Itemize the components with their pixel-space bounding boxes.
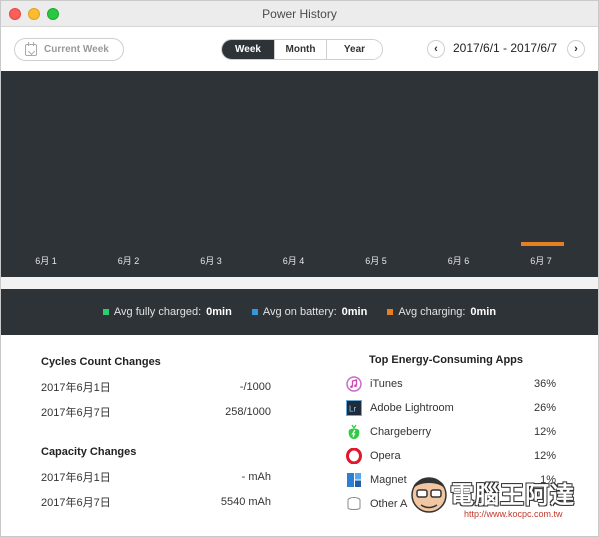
capacity-row: 2017年6月7日 5540 mAh	[41, 489, 271, 514]
app-name: Chargeberry	[370, 426, 432, 438]
charging-marker	[521, 242, 564, 246]
cycles-row: 2017年6月7日 258/1000	[41, 399, 271, 424]
app-percentage: 12%	[533, 426, 556, 438]
x-tick-label: 6月 4	[282, 256, 305, 266]
toolbar: Current Week Week Month Year ‹ 2017/6/1 …	[1, 28, 598, 71]
app-row-lightroom[interactable]: Lr Adobe Lightroom 26%	[346, 396, 556, 420]
app-percentage: 36%	[533, 378, 556, 390]
calendar-icon	[25, 41, 37, 56]
app-percentage: 26%	[533, 402, 556, 414]
x-tick-label: 6月 3	[200, 256, 222, 266]
top-apps-title: Top Energy-Consuming Apps	[369, 354, 523, 366]
x-tick-label: 6月 5	[365, 256, 387, 266]
tab-month[interactable]: Month	[274, 40, 326, 59]
x-tick-label: 6月 2	[117, 256, 140, 266]
chart-divider	[1, 277, 598, 289]
app-row-chargeberry[interactable]: Chargeberry 12%	[346, 420, 556, 444]
opera-icon	[346, 448, 362, 464]
cycles-value: 258/1000	[225, 405, 271, 418]
chart-legend: Avg fully charged: 0min Avg on battery: …	[1, 289, 598, 335]
title-bar: Power History	[1, 1, 598, 27]
date-range-label: 2017/6/1 - 2017/6/7	[453, 41, 558, 55]
capacity-date: 2017年6月7日	[41, 496, 111, 509]
current-week-button[interactable]: Current Week	[14, 38, 124, 61]
cycles-date: 2017年6月1日	[41, 381, 111, 394]
app-row-opera[interactable]: Opera 12%	[346, 444, 556, 468]
mascot-face-icon	[411, 477, 447, 513]
itunes-icon	[346, 376, 362, 392]
site-watermark: 電腦王阿達 http://www.kocpc.com.tw	[406, 467, 596, 529]
legend-label: Avg charging:	[398, 306, 466, 318]
window-title: Power History	[262, 7, 337, 21]
app-name: Adobe Lightroom	[370, 402, 454, 414]
svg-text:Lr: Lr	[349, 405, 356, 414]
capacity-value: - mAh	[241, 470, 271, 483]
legend-charging: Avg charging: 0min	[387, 306, 496, 318]
x-tick-label: 6月 1	[35, 256, 57, 266]
cycles-title: Cycles Count Changes	[41, 356, 161, 368]
power-history-chart: 6月 1 6月 2 6月 3 6月 4 6月 5 6月 6 6月 7	[1, 71, 598, 277]
lightroom-icon: Lr	[346, 400, 362, 416]
chevron-right-icon: ›	[574, 43, 578, 55]
cycles-date: 2017年6月7日	[41, 406, 111, 419]
battery-changes-panel: Cycles Count Changes 2017年6月1日 -/1000 20…	[41, 356, 271, 514]
watermark-url: http://www.kocpc.com.tw	[464, 509, 563, 519]
app-name: iTunes	[370, 378, 403, 390]
magnet-icon	[346, 472, 362, 488]
watermark-text: 電腦王阿達	[450, 482, 575, 509]
tab-year[interactable]: Year	[326, 40, 382, 59]
legend-value: 0min	[341, 306, 368, 318]
legend-swatch	[251, 309, 258, 315]
legend-fully-charged: Avg fully charged: 0min	[102, 306, 232, 318]
cycles-value: -/1000	[239, 380, 271, 393]
power-history-window: Power History Current Week Week Month Ye…	[0, 0, 599, 537]
period-segmented-control: Week Month Year	[221, 39, 383, 60]
legend-on-battery: Avg on battery: 0min	[251, 306, 368, 318]
current-week-label: Current Week	[44, 44, 109, 55]
chargeberry-icon	[346, 424, 362, 440]
legend-swatch	[387, 309, 394, 315]
capacity-title: Capacity Changes	[41, 446, 137, 458]
legend-value: 0min	[206, 306, 232, 318]
app-name: Opera	[370, 450, 401, 462]
legend-value: 0min	[470, 306, 497, 318]
legend-label: Avg fully charged:	[113, 306, 202, 318]
next-period-button[interactable]: ›	[567, 40, 585, 58]
app-row-itunes[interactable]: iTunes 36%	[346, 372, 556, 396]
previous-period-button[interactable]: ‹	[427, 40, 445, 58]
app-percentage: 12%	[533, 450, 556, 462]
x-tick-label: 6月 7	[530, 256, 552, 266]
chart-plot	[521, 242, 564, 246]
cycles-row: 2017年6月1日 -/1000	[41, 374, 271, 399]
capacity-date: 2017年6月1日	[41, 471, 111, 484]
other-apps-icon	[346, 496, 362, 512]
x-tick-label: 6月 6	[447, 256, 470, 266]
legend-swatch	[102, 309, 109, 315]
capacity-row: 2017年6月1日 - mAh	[41, 464, 271, 489]
chevron-left-icon: ‹	[434, 43, 438, 55]
tab-week[interactable]: Week	[222, 40, 274, 59]
capacity-value: 5540 mAh	[220, 495, 271, 508]
legend-label: Avg on battery:	[262, 306, 337, 318]
